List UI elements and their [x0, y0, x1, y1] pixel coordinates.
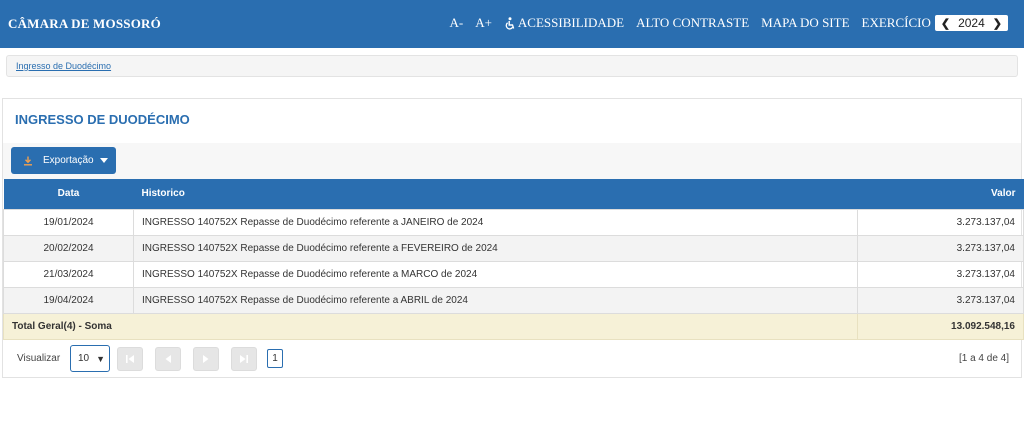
cell-value: 3.273.137,04 [857, 260, 1024, 288]
toolbar: Exportação [3, 143, 1021, 179]
next-page-icon [203, 355, 209, 363]
cell-date: 20/02/2024 [3, 234, 134, 262]
cell-history: INGRESSO 140752X Repasse de Duodécimo re… [133, 234, 858, 262]
total-label: Total Geral(4) - Soma [3, 312, 858, 340]
table-row: 21/03/2024 INGRESSO 140752X Repasse de D… [3, 260, 1024, 288]
cell-history: INGRESSO 140752X Repasse de Duodécimo re… [133, 208, 858, 236]
table-row: 19/01/2024 INGRESSO 140752X Repasse de D… [3, 208, 1024, 236]
column-header-date[interactable]: Data [3, 179, 134, 209]
year-selector: ❮ 2024 ❯ [934, 15, 1008, 31]
font-decrease-button[interactable]: A- [449, 15, 463, 31]
content-panel: INGRESSO DE DUODÉCIMO Exportação Data Hi… [2, 98, 1024, 378]
column-header-value[interactable]: Valor [857, 179, 1024, 209]
cell-value: 3.273.137,04 [857, 208, 1024, 236]
last-page-button[interactable] [231, 347, 257, 371]
chevron-down-icon: ▼ [96, 353, 106, 364]
table-header-row: Data Historico Valor [3, 179, 1024, 209]
cell-history: INGRESSO 140752X Repasse de Duodécimo re… [133, 286, 858, 314]
prev-page-icon [165, 355, 171, 363]
high-contrast-link[interactable]: ALTO CONTRASTE [636, 15, 749, 31]
page-size-label: Visualizar [17, 353, 61, 364]
site-brand[interactable]: CÂMARA DE MOSSORÓ [8, 16, 161, 32]
export-label: Exportação [43, 155, 94, 166]
table-row: 19/04/2024 INGRESSO 140752X Repasse de D… [3, 286, 1024, 314]
first-page-icon [126, 355, 134, 363]
page-size-select[interactable]: 10 ▼ [70, 345, 110, 372]
year-prev-icon[interactable]: ❮ [938, 17, 953, 30]
sitemap-link[interactable]: MAPA DO SITE [761, 15, 849, 31]
breadcrumb: Ingresso de Duodécimo [6, 55, 1018, 77]
first-page-button[interactable] [117, 347, 143, 371]
export-dropdown-button[interactable]: Exportação [11, 147, 116, 174]
page-title: INGRESSO DE DUODÉCIMO [15, 112, 190, 127]
download-icon [24, 156, 32, 165]
cell-value: 3.273.137,04 [857, 234, 1024, 262]
page-size-value: 10 [78, 353, 90, 364]
table-row: 20/02/2024 INGRESSO 140752X Repasse de D… [3, 234, 1024, 262]
year-value: 2024 [958, 16, 985, 30]
accessibility-link[interactable]: ACESSIBILIDADE [504, 15, 624, 31]
caret-down-icon [99, 158, 108, 163]
column-header-history[interactable]: Historico [133, 179, 858, 209]
top-header: CÂMARA DE MOSSORÓ A- A+ ACESSIBILIDADE A… [0, 0, 1024, 48]
breadcrumb-current[interactable]: Ingresso de Duodécimo [16, 61, 111, 71]
accessibility-label: ACESSIBILIDADE [517, 15, 625, 30]
year-label: EXERCÍCIO [861, 15, 931, 30]
pagination: Visualizar 10 ▼ 1 [1 a 4 de 4] [3, 341, 1021, 377]
year-next-icon[interactable]: ❯ [990, 17, 1005, 30]
total-row: Total Geral(4) - Soma 13.092.548,16 [3, 312, 1024, 340]
accessibility-icon [505, 16, 515, 30]
page-number-1[interactable]: 1 [267, 349, 283, 368]
total-value: 13.092.548,16 [857, 312, 1024, 340]
cell-date: 21/03/2024 [3, 260, 134, 288]
next-page-button[interactable] [193, 347, 219, 371]
last-page-icon [240, 355, 248, 363]
page-range-info: [1 a 4 de 4] [958, 353, 1009, 364]
cell-value: 3.273.137,04 [857, 286, 1024, 314]
cell-history: INGRESSO 140752X Repasse de Duodécimo re… [133, 260, 858, 288]
cell-date: 19/01/2024 [3, 208, 134, 236]
cell-date: 19/04/2024 [3, 286, 134, 314]
data-table: Data Historico Valor 19/01/2024 INGRESSO… [3, 179, 1024, 340]
font-increase-button[interactable]: A+ [475, 15, 492, 31]
prev-page-button[interactable] [155, 347, 181, 371]
top-navigation: A- A+ ACESSIBILIDADE ALTO CONTRASTE MAPA… [449, 15, 1008, 31]
